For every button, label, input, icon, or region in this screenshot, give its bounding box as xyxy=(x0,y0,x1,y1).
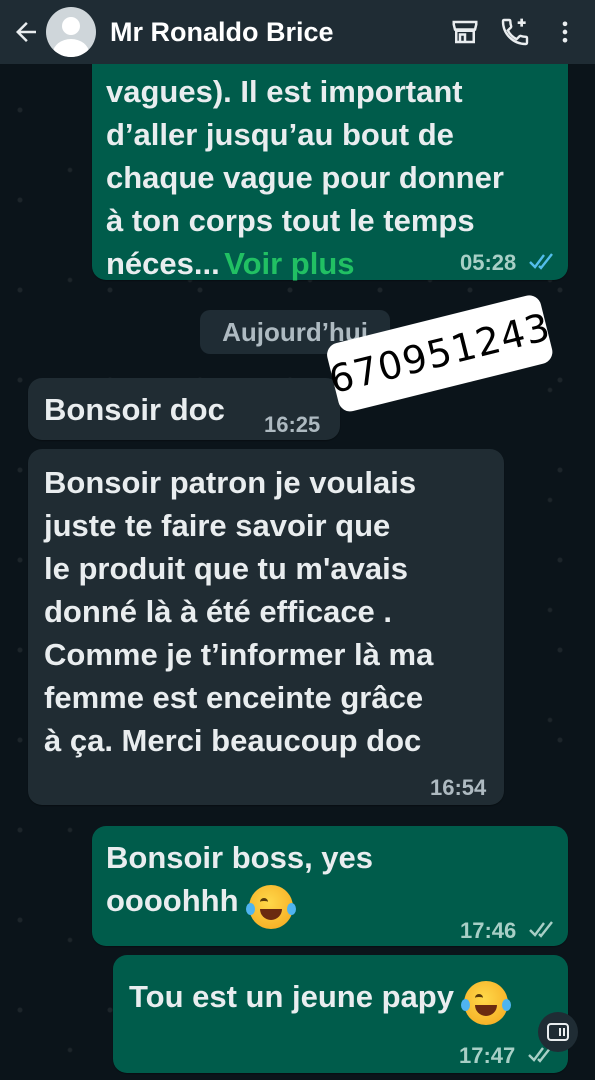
message-text: Bonsoir patron je voulais juste te faire… xyxy=(44,465,434,758)
message-text: Bonsoir boss, yes oooohhh xyxy=(106,840,374,918)
message-time: 05:28 xyxy=(460,250,517,275)
floating-window-button[interactable] xyxy=(538,1012,578,1052)
arrow-left-icon xyxy=(16,22,36,42)
add-call-button[interactable] xyxy=(495,12,535,52)
message-time: 16:54 xyxy=(430,775,487,800)
store-button[interactable] xyxy=(445,12,485,52)
message-bubble-incoming[interactable]: Bonsoir patron je voulais juste te faire… xyxy=(28,449,504,805)
add-call-icon xyxy=(501,18,529,46)
message-time: 17:46 xyxy=(460,918,517,943)
message-time: 16:25 xyxy=(264,412,321,437)
more-vert-icon xyxy=(562,21,568,43)
laughing-tears-emoji-icon xyxy=(461,980,512,1025)
chat-header: Mr Ronaldo Brice xyxy=(0,0,595,64)
message-text: Tou est un jeune papy xyxy=(129,979,454,1014)
menu-button[interactable] xyxy=(545,12,585,52)
pip-icon xyxy=(547,1023,569,1041)
back-button[interactable] xyxy=(8,17,44,47)
message-text: Bonsoir doc xyxy=(44,392,225,427)
contact-name[interactable]: Mr Ronaldo Brice xyxy=(110,17,445,48)
delivered-ticks-icon xyxy=(529,921,553,938)
avatar[interactable] xyxy=(46,7,96,57)
storefront-icon xyxy=(452,20,478,44)
message-time: 17:47 xyxy=(459,1043,516,1068)
laughing-tears-emoji-icon xyxy=(246,884,297,929)
message-bubble-outgoing[interactable]: vagues). Il est important d’aller jusqu’… xyxy=(92,40,568,281)
message-bubble-incoming[interactable]: Bonsoir doc 16:25 xyxy=(28,378,340,440)
see-more-link[interactable]: Voir plus xyxy=(224,246,354,281)
message-bubble-outgoing[interactable]: Tou est un jeune papy 17:47 xyxy=(113,955,568,1073)
read-ticks-icon xyxy=(529,253,553,270)
message-bubble-outgoing[interactable]: Bonsoir boss, yes oooohhh 17:46 xyxy=(92,826,568,946)
